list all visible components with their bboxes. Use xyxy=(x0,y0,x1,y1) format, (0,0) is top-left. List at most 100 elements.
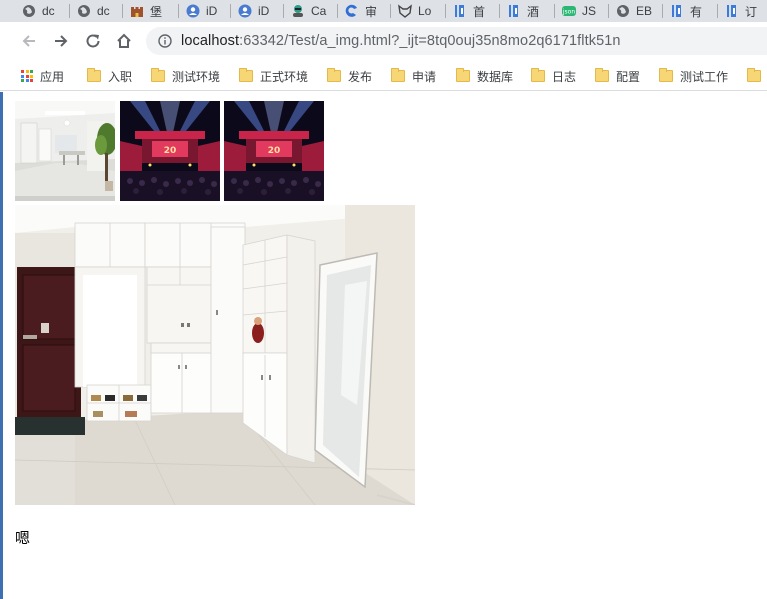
globe-icon xyxy=(77,4,91,18)
svg-text:20: 20 xyxy=(268,146,281,156)
bookmark-label: 测试环境 xyxy=(172,69,221,84)
browser-tab[interactable]: 酒 xyxy=(499,0,539,22)
bookmark-folder[interactable]: 入职 xyxy=(87,68,132,84)
folder-icon xyxy=(659,68,673,82)
browser-tab[interactable]: json JS xyxy=(554,0,596,22)
bookmark-folder[interactable]: 数据库 xyxy=(456,68,513,84)
svg-text:20: 20 xyxy=(164,146,177,156)
browser-tab[interactable]: EB xyxy=(608,0,652,22)
bookmark-label: 数据库 xyxy=(477,69,514,84)
reload-icon xyxy=(86,34,100,48)
tab-title: EB xyxy=(636,4,653,18)
bookmark-folder[interactable]: 发布 xyxy=(327,68,372,84)
browser-tab[interactable]: Ca xyxy=(283,0,326,22)
reload-button[interactable] xyxy=(83,31,103,51)
book-icon xyxy=(507,4,521,18)
bookmark-folder[interactable]: 正式环境 xyxy=(239,68,308,84)
tab-title: dc xyxy=(42,4,55,18)
tab-title: JS xyxy=(582,4,597,18)
tab-separator xyxy=(178,4,179,18)
folder-icon xyxy=(151,68,165,82)
json-icon: json xyxy=(562,4,576,18)
forward-button[interactable] xyxy=(51,31,71,51)
folder-icon xyxy=(456,68,470,82)
bookmark-folder[interactable] xyxy=(747,68,761,84)
back-button[interactable] xyxy=(19,31,39,51)
avatar-icon xyxy=(291,4,305,18)
tab-title: Ca xyxy=(311,4,327,18)
bookmark-folder[interactable]: 申请 xyxy=(391,68,436,84)
browser-tab[interactable]: dc xyxy=(14,0,55,22)
svg-text:json: json xyxy=(562,9,575,16)
folder-icon xyxy=(747,68,761,82)
folder-icon xyxy=(327,68,341,82)
url-text[interactable]: localhost:63342/Test/a_img.html?_ijt=8tq… xyxy=(181,33,621,49)
tab-strip: dc dc 堡 iD iD Ca 审 Lo 首 酒 json JS EB 有 订 xyxy=(0,0,767,22)
forward-arrow-icon xyxy=(55,35,68,47)
globe-icon xyxy=(22,4,36,18)
browser-tab[interactable]: 首 xyxy=(445,0,485,22)
bookmark-folder[interactable]: 日志 xyxy=(531,68,576,84)
tab-title: iD xyxy=(258,4,270,18)
browser-tab[interactable]: 堡 xyxy=(122,0,162,22)
bookmark-folder[interactable]: 配置 xyxy=(595,68,640,84)
back-arrow-icon xyxy=(22,35,35,47)
tab-separator xyxy=(337,4,338,18)
browser-tab[interactable]: iD xyxy=(178,0,217,22)
tab-separator xyxy=(499,4,500,18)
tab-separator xyxy=(230,4,231,18)
bookmark-label: 正式环境 xyxy=(260,69,309,84)
id-icon xyxy=(238,4,252,18)
fox-icon xyxy=(398,4,412,18)
tab-title: dc xyxy=(97,4,110,18)
tab-title: 审 xyxy=(365,4,378,19)
folder-icon xyxy=(87,68,101,82)
tab-separator xyxy=(122,4,123,18)
globe-icon xyxy=(616,4,630,18)
browser-tab[interactable]: 订 xyxy=(717,0,757,22)
tab-title: 首 xyxy=(473,4,486,19)
entryway-cabinet-photo xyxy=(15,205,415,505)
tab-title: 酒 xyxy=(527,4,540,19)
bookmark-label: 申请 xyxy=(412,69,437,84)
tab-separator xyxy=(717,4,718,18)
concert-stage-photo: 20 xyxy=(120,101,220,201)
bookmark-label: 日志 xyxy=(552,69,577,84)
bookmark-label: 发布 xyxy=(348,69,373,84)
tab-title: iD xyxy=(206,4,218,18)
bookmark-folder[interactable]: 测试环境 xyxy=(151,68,220,84)
tab-separator xyxy=(283,4,284,18)
info-icon[interactable] xyxy=(158,34,172,48)
folder-icon xyxy=(531,68,545,82)
page-text: 嗯 xyxy=(15,530,31,547)
living-room-photo xyxy=(15,101,115,201)
bookmark-folder[interactable]: 测试工作 xyxy=(659,68,728,84)
browser-tab[interactable]: Lo xyxy=(390,0,431,22)
folder-icon xyxy=(391,68,405,82)
book-icon xyxy=(453,4,467,18)
book-icon xyxy=(725,4,739,18)
browser-tab[interactable]: 有 xyxy=(662,0,702,22)
bookmarks-bar: 应用 入职 测试环境 正式环境 发布 申请 数据库 日志 配置 测试工作 xyxy=(0,60,767,91)
browser-tab[interactable]: dc xyxy=(69,0,110,22)
castle-icon xyxy=(130,4,144,18)
browser-toolbar: localhost:63342/Test/a_img.html?_ijt=8tq… xyxy=(0,22,767,60)
browser-tab[interactable]: iD xyxy=(230,0,269,22)
id-icon xyxy=(186,4,200,18)
home-button[interactable] xyxy=(114,31,134,51)
address-bar[interactable]: localhost:63342/Test/a_img.html?_ijt=8tq… xyxy=(146,27,767,55)
tab-title: 有 xyxy=(690,4,703,19)
concert-stage-photo: 20 xyxy=(224,101,324,201)
tab-separator xyxy=(69,4,70,18)
bookmark-label: 应用 xyxy=(40,69,65,84)
bookmark-label: 配置 xyxy=(616,69,641,84)
bookmark-apps[interactable]: 应用 xyxy=(21,68,64,84)
book-icon xyxy=(670,4,684,18)
tab-separator xyxy=(608,4,609,18)
browser-tab[interactable]: 审 xyxy=(337,0,377,22)
tab-title: Lo xyxy=(418,4,432,18)
tab-separator xyxy=(554,4,555,18)
tab-separator xyxy=(445,4,446,18)
tab-separator xyxy=(390,4,391,18)
folder-icon xyxy=(595,68,609,82)
